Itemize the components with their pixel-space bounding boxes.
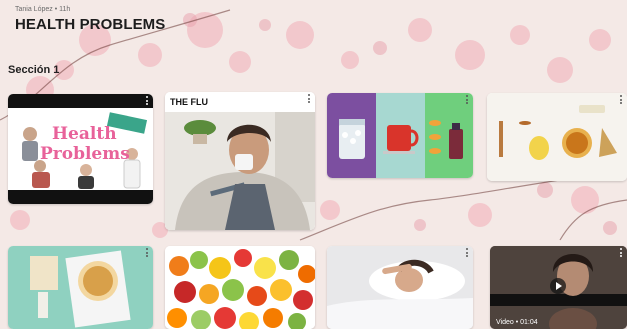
video-duration: Video • 01:04 (496, 319, 538, 326)
page-title: HEALTH PROBLEMS (15, 16, 166, 33)
card-the-flu[interactable]: THE FLU (165, 92, 315, 230)
card-soup[interactable] (8, 246, 153, 329)
more-vertical-icon[interactable] (466, 248, 469, 259)
more-vertical-icon[interactable] (146, 96, 149, 107)
card-fruits[interactable] (165, 246, 315, 329)
card-video[interactable]: Video • 01:04 (490, 246, 627, 329)
more-vertical-icon[interactable] (620, 248, 623, 259)
card-thumbnail (487, 93, 627, 181)
card-title: THE FLU (170, 97, 208, 107)
more-vertical-icon[interactable] (308, 248, 311, 259)
card-thumbnail (327, 246, 473, 329)
overlay-title-line1: Health (52, 124, 117, 144)
card-medicines[interactable] (327, 93, 473, 178)
section-title: Sección 1 (8, 64, 60, 76)
card-sick-in-bed[interactable] (327, 246, 473, 329)
card-thumbnail (8, 246, 153, 329)
more-vertical-icon[interactable] (146, 248, 149, 259)
play-button[interactable] (550, 278, 566, 294)
card-thumbnail (165, 92, 315, 230)
card-health-problems[interactable]: Health Problems (8, 94, 153, 204)
author-timestamp: Tania López • 11h (15, 6, 71, 13)
play-icon (556, 282, 562, 290)
card-remedies[interactable] (487, 93, 627, 181)
overlay-title-line2: Problems (40, 144, 130, 164)
card-thumbnail (165, 246, 315, 329)
more-vertical-icon[interactable] (308, 94, 311, 105)
post-header: Tania López • 11h HEALTH PROBLEMS (0, 0, 627, 40)
more-vertical-icon[interactable] (620, 95, 623, 106)
card-thumbnail (327, 93, 473, 178)
more-vertical-icon[interactable] (466, 95, 469, 106)
